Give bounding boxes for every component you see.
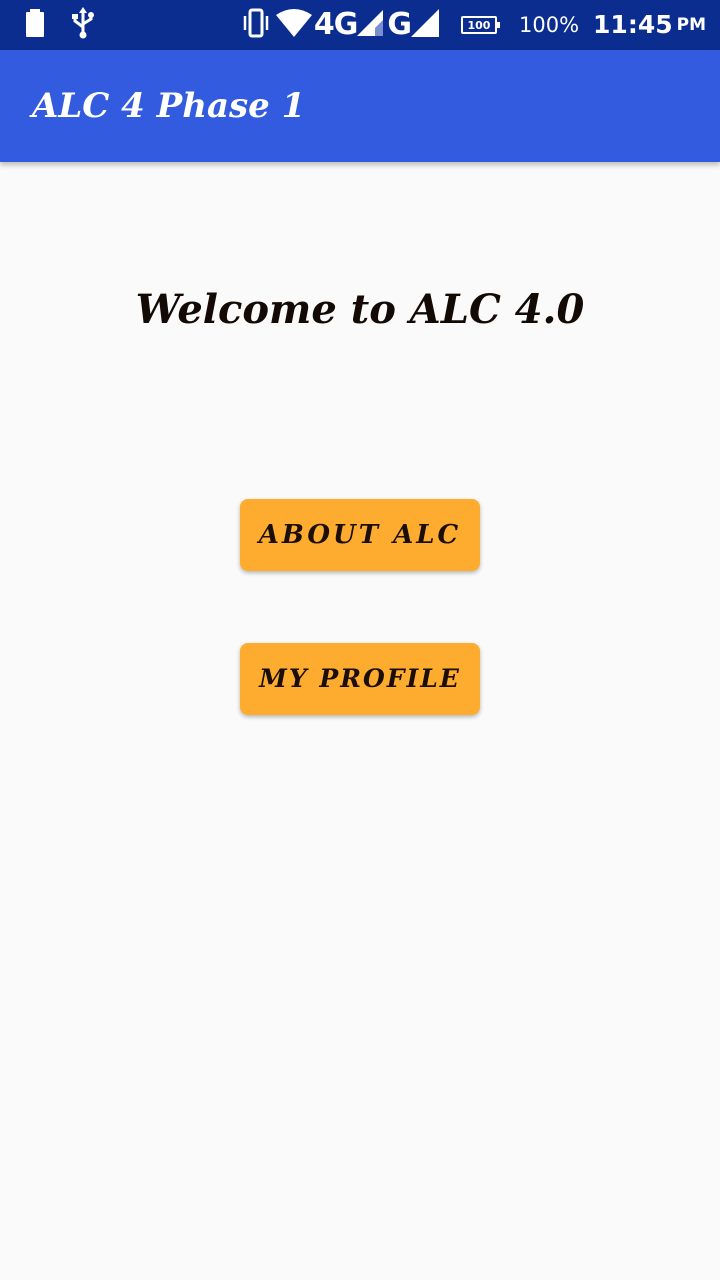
- battery-icon-level: 100: [467, 18, 491, 32]
- welcome-heading: Welcome to ALC 4.0: [135, 286, 585, 333]
- battery-percent: 100%: [518, 13, 580, 37]
- status-left-icons: [24, 0, 94, 50]
- signal-icon: [410, 9, 439, 41]
- status-right-area: 4G G 100 100% 11:45 PM: [242, 0, 706, 50]
- about-alc-button[interactable]: ABOUT ALC: [240, 499, 480, 571]
- wifi-icon: [275, 9, 312, 41]
- app-bar: ALC 4 Phase 1: [0, 50, 720, 162]
- app-title: ALC 4 Phase 1: [32, 86, 306, 126]
- network-type-label: 4G: [313, 7, 358, 42]
- vibrate-icon: [242, 8, 270, 42]
- clock-time: 11:45: [593, 10, 673, 39]
- status-bar: 4G G 100 100% 11:45 PM: [0, 0, 720, 50]
- battery-icon: 100: [460, 16, 500, 34]
- clock-ampm: PM: [676, 15, 706, 35]
- my-profile-button[interactable]: MY PROFILE: [240, 643, 480, 715]
- battery-saver-icon: [24, 9, 46, 41]
- signal-icon: [357, 10, 384, 40]
- network-secondary-label: G: [387, 7, 412, 42]
- usb-icon: [72, 7, 94, 43]
